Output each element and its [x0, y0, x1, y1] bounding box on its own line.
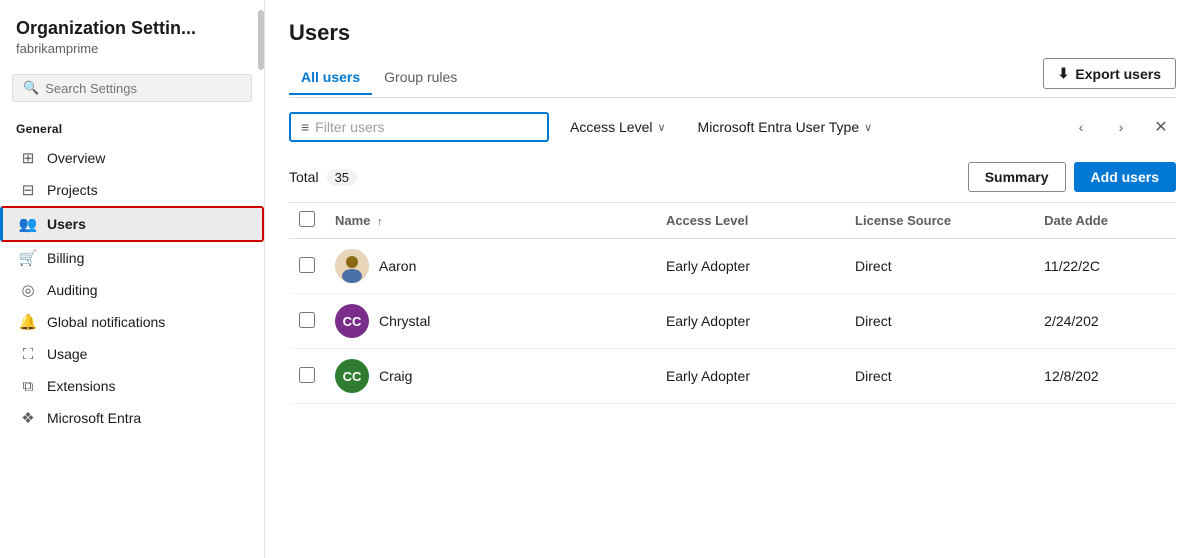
next-arrow-icon: ›: [1119, 119, 1124, 135]
sidebar-subtitle: fabrikamprime: [16, 41, 248, 56]
summary-button[interactable]: Summary: [968, 162, 1066, 192]
main-content: Users All users Group rules ⬇ Export use…: [265, 0, 1200, 558]
th-license-label: License Source: [855, 213, 951, 228]
row-checkbox-craig[interactable]: [299, 367, 315, 383]
extensions-icon: ⧉: [19, 377, 37, 395]
th-date-label: Date Adde: [1044, 213, 1108, 228]
page-title: Users: [289, 20, 1176, 46]
auditing-icon: ◎: [19, 281, 37, 299]
sidebar-item-usage[interactable]: ⛶ Usage: [0, 338, 264, 370]
entra-user-type-chevron-icon: ∨: [864, 121, 872, 134]
tabs-row: All users Group rules ⬇ Export users: [289, 58, 1176, 98]
sidebar-item-billing[interactable]: 🛒 Billing: [0, 242, 264, 274]
search-input[interactable]: [45, 81, 241, 96]
usage-icon: ⛶: [19, 345, 37, 363]
avatar: CC: [335, 359, 369, 393]
table-area: Total 35 Summary Add users Name ↑: [265, 152, 1200, 558]
total-text: Total: [289, 169, 319, 185]
tabs: All users Group rules: [289, 61, 469, 94]
billing-icon: 🛒: [19, 249, 37, 267]
total-label: Total 35: [289, 169, 357, 186]
filter-bar: ≡ Access Level ∨ Microsoft Entra User Ty…: [265, 98, 1200, 152]
table-header-row: Name ↑ Access Level License Source Date …: [289, 203, 1176, 239]
license-source-cell: Direct: [845, 349, 1034, 404]
users-table: Name ↑ Access Level License Source Date …: [289, 203, 1176, 404]
user-name: Craig: [379, 368, 412, 384]
overview-icon: ⊞: [19, 149, 37, 167]
add-users-button[interactable]: Add users: [1074, 162, 1176, 192]
next-page-button[interactable]: ›: [1106, 112, 1136, 142]
date-added-cell: 12/8/202: [1034, 349, 1176, 404]
notifications-icon: 🔔: [19, 313, 37, 331]
sidebar-section-general: General: [0, 116, 264, 142]
main-header: Users All users Group rules ⬇ Export use…: [265, 0, 1200, 98]
access-level-cell: Early Adopter: [656, 294, 845, 349]
prev-arrow-icon: ‹: [1079, 119, 1084, 135]
th-license-source[interactable]: License Source: [845, 203, 1034, 239]
access-level-label: Access Level: [570, 119, 652, 135]
sidebar-header: Organization Settin... fabrikamprime: [0, 0, 264, 64]
sidebar-item-microsoft-entra[interactable]: ❖ Microsoft Entra: [0, 402, 264, 434]
sidebar-item-projects[interactable]: ⊟ Projects: [0, 174, 264, 206]
tab-all-users[interactable]: All users: [289, 61, 372, 95]
th-access-label: Access Level: [666, 213, 748, 228]
tab-group-rules[interactable]: Group rules: [372, 61, 469, 95]
row-checkbox-chrystal[interactable]: [299, 312, 315, 328]
access-level-chevron-icon: ∨: [657, 121, 665, 134]
license-source-cell: Direct: [845, 294, 1034, 349]
sidebar-item-global-notifications[interactable]: 🔔 Global notifications: [0, 306, 264, 338]
sort-arrow-icon: ↑: [377, 216, 383, 228]
th-name-label: Name: [335, 213, 370, 228]
sidebar-search-container[interactable]: 🔍: [12, 74, 252, 102]
filter-icon: ≡: [301, 119, 309, 135]
th-name[interactable]: Name ↑: [325, 203, 656, 239]
entra-user-type-label: Microsoft Entra User Type: [698, 119, 860, 135]
user-name: Aaron: [379, 258, 416, 274]
select-all-checkbox[interactable]: [299, 211, 315, 227]
access-level-cell: Early Adopter: [656, 239, 845, 294]
scrollbar-thumb: [258, 10, 264, 70]
sidebar-scrollbar: [258, 0, 264, 558]
table-row: Aaron Early AdopterDirect11/22/2C: [289, 239, 1176, 294]
table-body: Aaron Early AdopterDirect11/22/2C CC Chryst…: [289, 239, 1176, 404]
sidebar-item-users[interactable]: 👥 Users: [0, 206, 264, 242]
table-row: CC Craig Early AdopterDirect12/8/202: [289, 349, 1176, 404]
users-icon: 👥: [19, 215, 37, 233]
sidebar-item-extensions[interactable]: ⧉ Extensions: [0, 370, 264, 402]
filter-close-button[interactable]: ✕: [1146, 112, 1176, 142]
sidebar-title: Organization Settin...: [16, 18, 248, 39]
toolbar-actions: Summary Add users: [968, 162, 1176, 192]
projects-icon: ⊟: [19, 181, 37, 199]
sidebar-item-auditing[interactable]: ◎ Auditing: [0, 274, 264, 306]
row-checkbox-aaron[interactable]: [299, 257, 315, 273]
avatar: [335, 249, 369, 283]
total-count-badge: 35: [327, 169, 357, 186]
table-header: Name ↑ Access Level License Source Date …: [289, 203, 1176, 239]
prev-page-button[interactable]: ‹: [1066, 112, 1096, 142]
entra-user-type-dropdown[interactable]: Microsoft Entra User Type ∨: [687, 112, 884, 142]
sidebar: Organization Settin... fabrikamprime 🔍 G…: [0, 0, 265, 558]
filter-input-container[interactable]: ≡: [289, 112, 549, 142]
export-icon: ⬇: [1058, 65, 1070, 82]
date-added-cell: 11/22/2C: [1034, 239, 1176, 294]
access-level-dropdown[interactable]: Access Level ∨: [559, 112, 677, 142]
access-level-cell: Early Adopter: [656, 349, 845, 404]
close-icon: ✕: [1154, 117, 1167, 137]
license-source-cell: Direct: [845, 239, 1034, 294]
filter-input[interactable]: [315, 119, 537, 135]
date-added-cell: 2/24/202: [1034, 294, 1176, 349]
avatar: CC: [335, 304, 369, 338]
th-check: [289, 203, 325, 239]
sidebar-item-overview[interactable]: ⊞ Overview: [0, 142, 264, 174]
entra-icon: ❖: [19, 409, 37, 427]
export-label: Export users: [1075, 66, 1161, 82]
th-access-level[interactable]: Access Level: [656, 203, 845, 239]
search-icon: 🔍: [23, 80, 39, 96]
table-row: CC Chrystal Early AdopterDirect2/24/202: [289, 294, 1176, 349]
user-name: Chrystal: [379, 313, 430, 329]
export-users-button[interactable]: ⬇ Export users: [1043, 58, 1176, 89]
table-toolbar: Total 35 Summary Add users: [289, 152, 1176, 203]
th-date-added[interactable]: Date Adde: [1034, 203, 1176, 239]
